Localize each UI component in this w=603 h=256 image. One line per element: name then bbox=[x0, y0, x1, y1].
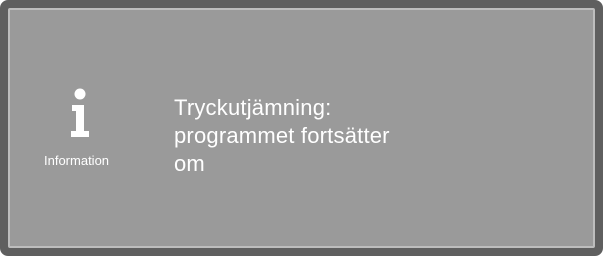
message-text: Tryckutjämning: programmet fortsätter om bbox=[174, 94, 554, 178]
message-line: programmet fortsätter bbox=[174, 123, 390, 148]
information-screen: Information Tryckutjämning: programmet f… bbox=[8, 8, 595, 248]
message-line: om bbox=[174, 151, 205, 176]
info-icon bbox=[71, 88, 89, 137]
icon-label: Information bbox=[44, 153, 110, 168]
message-line: Tryckutjämning: bbox=[174, 95, 332, 120]
display-bezel: Information Tryckutjämning: programmet f… bbox=[0, 0, 603, 256]
